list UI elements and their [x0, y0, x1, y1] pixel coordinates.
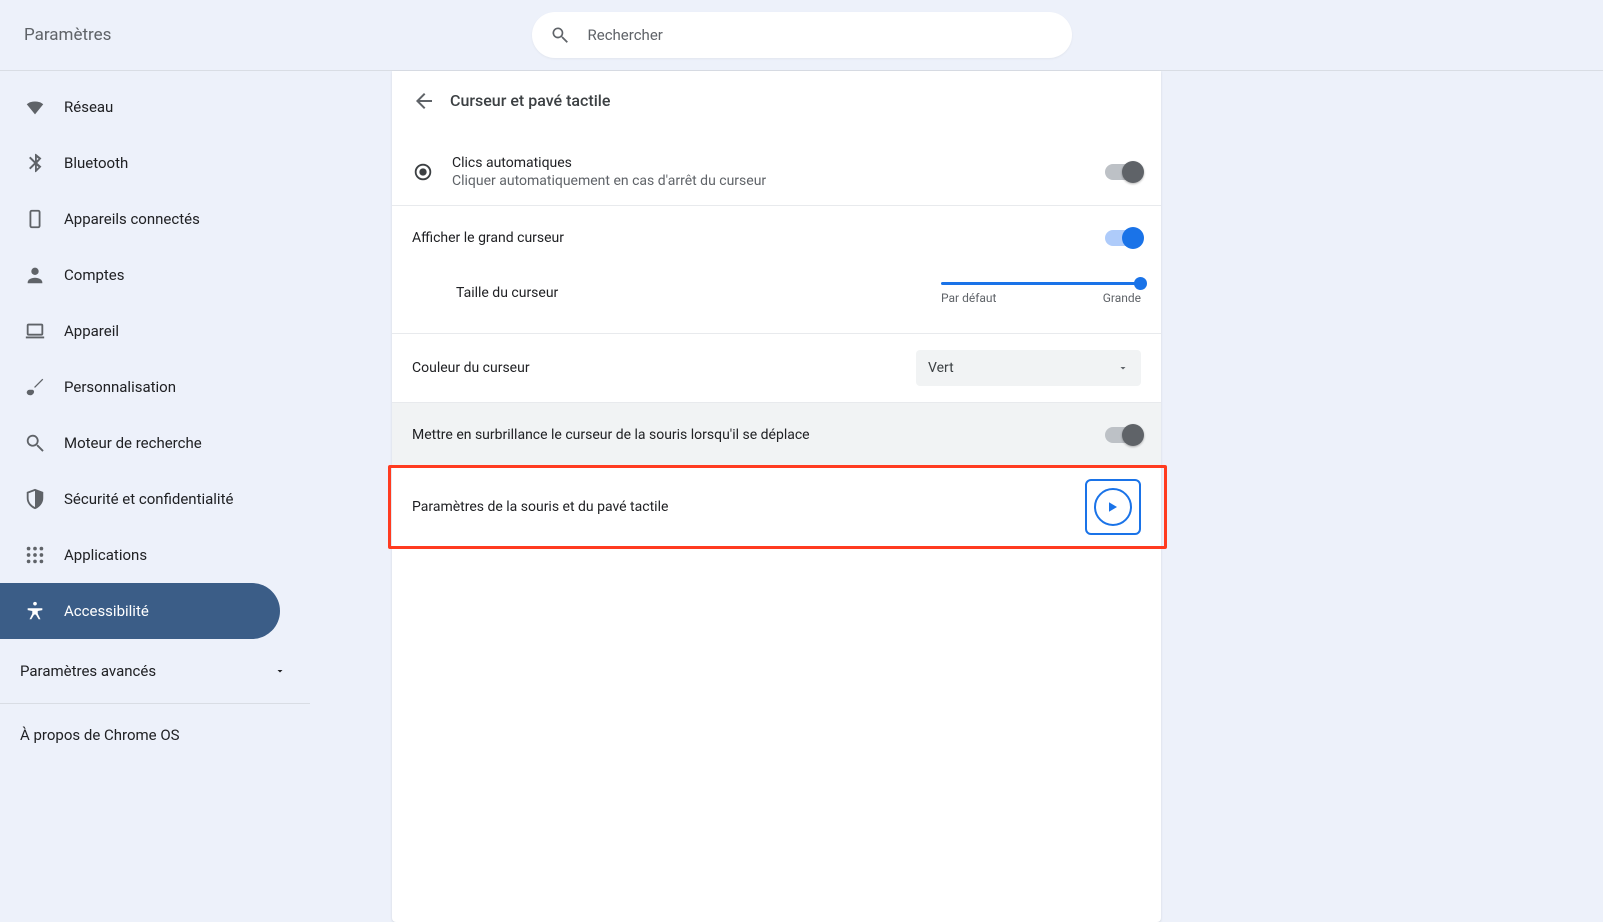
- laptop-icon: [24, 320, 46, 342]
- search-icon: [550, 25, 570, 45]
- sidebar-advanced-toggle[interactable]: Paramètres avancés: [0, 643, 310, 699]
- panel-header: Curseur et pavé tactile: [392, 71, 1161, 131]
- sidebar-item-device[interactable]: Appareil: [0, 303, 280, 359]
- sidebar-item-label: Applications: [64, 546, 147, 564]
- settings-panel: Curseur et pavé tactile Clics automatiqu…: [392, 71, 1161, 922]
- slider-max-label: Grande: [1103, 291, 1141, 305]
- sidebar-item-accessibility[interactable]: Accessibilité: [0, 583, 280, 639]
- sidebar-item-label: Appareil: [64, 322, 119, 340]
- chevron-down-icon: [1117, 362, 1129, 374]
- cursor-size-label: Taille du curseur: [456, 285, 941, 301]
- sidebar-item-label: Bluetooth: [64, 154, 128, 172]
- app-title: Paramètres: [24, 25, 111, 45]
- row-cursor-size: Taille du curseur Par défaut Grande: [392, 269, 1161, 333]
- row-cursor-color: Couleur du curseur Vert: [392, 333, 1161, 402]
- autoclick-toggle[interactable]: [1105, 164, 1141, 180]
- sidebar-item-connected-devices[interactable]: Appareils connectés: [0, 191, 280, 247]
- sidebar-item-label: Accessibilité: [64, 602, 149, 620]
- sidebar-about[interactable]: À propos de Chrome OS: [0, 710, 310, 760]
- autoclick-label: Clics automatiques: [452, 155, 1105, 171]
- slider-min-label: Par défaut: [941, 291, 996, 305]
- sidebar-item-network[interactable]: Réseau: [0, 79, 280, 135]
- large-cursor-label: Afficher le grand curseur: [412, 230, 1105, 246]
- cursor-color-label: Couleur du curseur: [412, 360, 916, 376]
- accessibility-icon: [24, 600, 46, 622]
- sidebar-item-label: Comptes: [64, 266, 125, 284]
- sidebar-item-security[interactable]: Sécurité et confidentialité: [0, 471, 280, 527]
- sidebar-item-search-engine[interactable]: Moteur de recherche: [0, 415, 280, 471]
- dropdown-selected: Vert: [928, 360, 954, 376]
- sidebar-item-apps[interactable]: Applications: [0, 527, 280, 583]
- cursor-size-slider[interactable]: [941, 282, 1141, 285]
- row-mouse-touchpad-settings[interactable]: Paramètres de la souris et du pavé tacti…: [392, 466, 1161, 547]
- target-icon: [412, 161, 434, 183]
- back-button[interactable]: [412, 89, 436, 113]
- row-large-cursor: Afficher le grand curseur: [392, 205, 1161, 269]
- row-highlight-cursor: Mettre en surbrillance le curseur de la …: [392, 402, 1161, 466]
- slider-thumb[interactable]: [1134, 277, 1147, 290]
- nav-forward-button[interactable]: [1085, 479, 1141, 535]
- sidebar-item-label: Réseau: [64, 98, 113, 116]
- shield-icon: [24, 488, 46, 510]
- highlight-cursor-label: Mettre en surbrillance le curseur de la …: [412, 427, 1105, 443]
- bluetooth-icon: [24, 152, 46, 174]
- large-cursor-toggle[interactable]: [1105, 230, 1141, 246]
- search-icon: [24, 432, 46, 454]
- sidebar-item-bluetooth[interactable]: Bluetooth: [0, 135, 280, 191]
- header: Paramètres: [0, 0, 1603, 71]
- search-input[interactable]: [588, 26, 1054, 44]
- apps-icon: [24, 544, 46, 566]
- phone-icon: [24, 208, 46, 230]
- autoclick-sub: Cliquer automatiquement en cas d'arrêt d…: [452, 173, 1105, 189]
- sidebar-item-personalization[interactable]: Personnalisation: [0, 359, 280, 415]
- brush-icon: [24, 376, 46, 398]
- search-box[interactable]: [532, 12, 1072, 58]
- sidebar-item-label: Moteur de recherche: [64, 434, 202, 452]
- sidebar-item-label: Appareils connectés: [64, 210, 200, 228]
- sidebar: Réseau Bluetooth Appareils connectés Com…: [0, 71, 310, 922]
- divider: [0, 703, 310, 704]
- sidebar-item-label: Personnalisation: [64, 378, 176, 396]
- about-label: À propos de Chrome OS: [20, 726, 180, 744]
- panel-title: Curseur et pavé tactile: [450, 91, 610, 110]
- row-autoclick: Clics automatiques Cliquer automatiqueme…: [392, 131, 1161, 205]
- person-icon: [24, 264, 46, 286]
- advanced-label: Paramètres avancés: [20, 662, 156, 680]
- cursor-color-dropdown[interactable]: Vert: [916, 350, 1141, 386]
- highlight-cursor-toggle[interactable]: [1105, 427, 1141, 443]
- main-column: Curseur et pavé tactile Clics automatiqu…: [310, 71, 1603, 922]
- sidebar-item-accounts[interactable]: Comptes: [0, 247, 280, 303]
- sidebar-item-label: Sécurité et confidentialité: [64, 490, 233, 508]
- play-icon: [1094, 488, 1132, 526]
- wifi-icon: [24, 96, 46, 118]
- chevron-down-icon: [274, 665, 286, 677]
- mouse-touchpad-label: Paramètres de la souris et du pavé tacti…: [412, 499, 1085, 515]
